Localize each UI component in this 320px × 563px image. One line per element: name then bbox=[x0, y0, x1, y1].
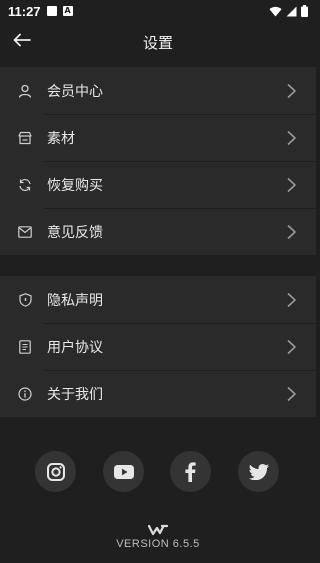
status-right bbox=[269, 5, 308, 17]
youtube-button[interactable] bbox=[103, 451, 144, 492]
chevron-right-icon bbox=[287, 292, 296, 307]
instagram-button[interactable] bbox=[35, 451, 76, 492]
page-title: 设置 bbox=[142, 33, 173, 52]
shield-icon bbox=[17, 292, 33, 308]
chevron-right-icon bbox=[287, 339, 296, 354]
status-left: 11:27 A bbox=[8, 4, 73, 19]
status-bar: 11:27 A bbox=[0, 0, 316, 22]
menu-item-label: 会员中心 bbox=[47, 83, 103, 100]
menu-item-membership[interactable]: 会员中心 bbox=[0, 67, 316, 114]
menu-item-restore-purchase[interactable]: 恢复购买 bbox=[0, 161, 316, 208]
chevron-right-icon bbox=[287, 83, 296, 98]
status-time: 11:27 bbox=[8, 3, 41, 19]
signal-icon bbox=[286, 6, 297, 16]
chevron-right-icon bbox=[287, 130, 296, 145]
a-badge-icon: A bbox=[62, 6, 73, 16]
document-icon bbox=[17, 339, 33, 355]
menu-item-label: 关于我们 bbox=[47, 386, 103, 403]
menu-item-user-agreement[interactable]: 用户协议 bbox=[0, 323, 316, 370]
version-text: VERSION 6.5.5 bbox=[116, 538, 200, 550]
menu-item-feedback[interactable]: 意见反馈 bbox=[0, 208, 316, 255]
refresh-icon bbox=[17, 177, 33, 193]
arrow-left-icon bbox=[13, 33, 31, 47]
menu-item-label: 意见反馈 bbox=[47, 224, 103, 241]
person-icon bbox=[17, 83, 33, 99]
menu-item-label: 恢复购买 bbox=[47, 177, 103, 194]
twitter-button[interactable] bbox=[238, 451, 279, 492]
chevron-right-icon bbox=[287, 386, 296, 401]
menu-item-privacy[interactable]: 隐私声明 bbox=[0, 276, 316, 323]
twitter-icon bbox=[248, 463, 269, 480]
info-icon bbox=[17, 386, 33, 402]
chevron-right-icon bbox=[287, 224, 296, 239]
back-button[interactable] bbox=[8, 26, 36, 54]
menu-item-about-us[interactable]: 关于我们 bbox=[0, 370, 316, 417]
menu-item-label: 隐私声明 bbox=[47, 292, 103, 309]
facebook-icon bbox=[185, 461, 196, 482]
youtube-icon bbox=[113, 464, 134, 479]
top-bar: 设置 bbox=[0, 22, 316, 62]
social-links bbox=[0, 451, 316, 493]
battery-icon bbox=[301, 5, 308, 17]
menu-item-materials[interactable]: 素材 bbox=[0, 114, 316, 161]
settings-group-legal: 隐私声明 用户协议 关于我们 bbox=[0, 276, 316, 417]
settings-group-account: 会员中心 素材 恢复购买 意见反馈 bbox=[0, 67, 316, 255]
mail-icon bbox=[17, 224, 33, 240]
notification-square-icon bbox=[46, 6, 57, 16]
facebook-button[interactable] bbox=[170, 451, 211, 492]
menu-item-label: 用户协议 bbox=[47, 339, 103, 356]
store-icon bbox=[17, 130, 33, 146]
menu-item-label: 素材 bbox=[47, 130, 75, 147]
brand-logo-icon bbox=[148, 524, 168, 536]
chevron-right-icon bbox=[287, 177, 296, 192]
wifi-icon bbox=[269, 6, 282, 17]
instagram-icon bbox=[46, 462, 65, 481]
